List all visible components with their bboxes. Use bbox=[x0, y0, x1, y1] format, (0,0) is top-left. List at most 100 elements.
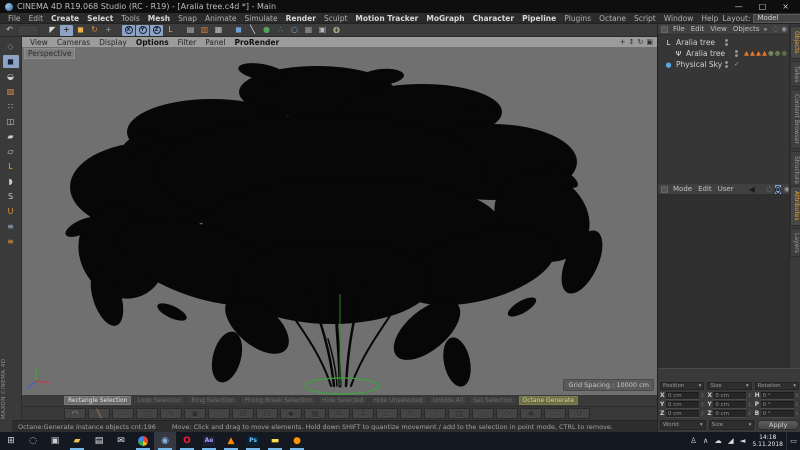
camera-object-icon[interactable]: ▣ bbox=[316, 25, 329, 36]
search-icon[interactable]: ◌ bbox=[22, 432, 44, 450]
polygon-pen-icon[interactable]: ╲ bbox=[88, 408, 110, 419]
coordinate-input[interactable]: 0 cm bbox=[666, 401, 699, 409]
menu-item[interactable]: Window bbox=[660, 14, 698, 23]
visibility-toggles[interactable] bbox=[735, 50, 738, 57]
subdivide-icon[interactable]: ▧ bbox=[448, 408, 470, 419]
sticky-notes-icon[interactable]: ▬ bbox=[264, 432, 286, 450]
stitch-and-sew-icon[interactable]: ∷ bbox=[544, 408, 566, 419]
render-picture-viewer-icon[interactable]: ▥ bbox=[198, 25, 211, 36]
matrix-extrude-icon[interactable]: ▦ bbox=[304, 408, 326, 419]
tweak-mode-icon[interactable]: ▱ bbox=[3, 145, 19, 158]
panel-tab[interactable]: Attributes bbox=[790, 186, 800, 226]
lock-x-axis-icon[interactable]: X bbox=[122, 25, 135, 36]
network-icon[interactable]: ◢ bbox=[728, 437, 734, 445]
untriangulate-icon[interactable]: ◇ bbox=[496, 408, 518, 419]
coordinate-input[interactable]: 0 cm bbox=[713, 410, 746, 418]
scene-canvas[interactable] bbox=[22, 47, 657, 395]
object-manager-menu-item[interactable]: Edit bbox=[691, 25, 705, 33]
stepper-icon[interactable]: ↕ bbox=[700, 402, 704, 408]
mail-icon[interactable]: ✉ bbox=[110, 432, 132, 450]
coordinate-input[interactable]: 0 ° bbox=[761, 401, 794, 409]
menu-item[interactable]: Render bbox=[282, 14, 320, 23]
attribute-manager-menu-item[interactable]: User bbox=[718, 185, 734, 193]
opera-icon[interactable]: O bbox=[176, 432, 198, 450]
floor-object-icon[interactable]: ▦ bbox=[302, 25, 315, 36]
triangulate-icon[interactable]: ◬ bbox=[472, 408, 494, 419]
hide-unselected-button[interactable]: Hide Unselected bbox=[370, 396, 427, 405]
task-view-icon[interactable]: ▣ bbox=[44, 432, 66, 450]
viewport-menu-item[interactable]: Filter bbox=[178, 38, 197, 47]
bevel-icon[interactable]: ◆ bbox=[280, 408, 302, 419]
object-row-aralia-tree-parent[interactable]: L Aralia tree bbox=[658, 37, 789, 48]
material-tag[interactable]: ● bbox=[781, 50, 787, 57]
loop-selection-button[interactable]: Loop Selection bbox=[133, 396, 185, 405]
viewport-solo-icon[interactable]: ◗ bbox=[3, 175, 19, 188]
visibility-toggles[interactable] bbox=[725, 39, 728, 46]
viewport-menu-item[interactable]: ProRender bbox=[234, 38, 279, 47]
chrome-icon[interactable] bbox=[132, 432, 154, 450]
polygon-selection-tag[interactable]: ▲ bbox=[756, 50, 761, 57]
split-icon[interactable]: ╱ bbox=[424, 408, 446, 419]
firefox-icon[interactable]: ● bbox=[286, 432, 308, 450]
menu-item[interactable]: MoGraph bbox=[422, 14, 468, 23]
brush-tool-icon[interactable]: ∿ bbox=[160, 408, 182, 419]
coordinate-input[interactable]: 0 cm bbox=[666, 392, 699, 400]
hide-selected-button[interactable]: Hide Selected bbox=[318, 396, 368, 405]
polygon-selection-tag[interactable]: ▲ bbox=[750, 50, 755, 57]
menu-item[interactable]: File bbox=[4, 14, 25, 23]
search-icon[interactable]: ◌ bbox=[773, 25, 779, 34]
move-tool-icon[interactable]: + bbox=[60, 25, 73, 36]
phong-break-selection-button[interactable]: Phong Break Selection bbox=[240, 396, 315, 405]
menu-item[interactable]: Sculpt bbox=[320, 14, 351, 23]
material-tag[interactable]: ● bbox=[775, 50, 781, 57]
attribute-manager-menu-item[interactable]: Edit bbox=[698, 185, 712, 193]
object-name[interactable]: Aralia tree bbox=[676, 38, 722, 47]
enable-axis-icon[interactable]: L bbox=[3, 160, 19, 173]
normal-move-icon[interactable]: ↕ bbox=[352, 408, 374, 419]
model-mode-icon[interactable]: ◼ bbox=[3, 55, 19, 68]
menu-item[interactable]: Select bbox=[83, 14, 117, 23]
lock-icon[interactable]: ▪ bbox=[775, 185, 781, 194]
panel-tab[interactable]: Content Browser bbox=[790, 89, 800, 149]
snap-settings-icon[interactable]: S bbox=[3, 190, 19, 203]
ring-selection-button[interactable]: Ring Selection bbox=[187, 396, 238, 405]
menu-item[interactable]: Mesh bbox=[144, 14, 174, 23]
stepper-icon[interactable]: ↕ bbox=[747, 393, 751, 399]
expand-arrow-icon[interactable]: ▸ bbox=[764, 25, 767, 33]
menu-item[interactable]: Help bbox=[697, 14, 722, 23]
coordinate-column-dropdown[interactable]: Rotation▾ bbox=[755, 382, 799, 390]
weld-icon[interactable]: ◉ bbox=[520, 408, 542, 419]
stepper-icon[interactable]: ↕ bbox=[700, 411, 704, 417]
rotate-view-icon[interactable]: ↻ bbox=[638, 38, 644, 46]
viewport-menu-item[interactable]: Panel bbox=[205, 38, 225, 47]
rectangle-selection-button[interactable]: Rectangle Selection bbox=[64, 396, 131, 405]
path-icon[interactable]: ◉ bbox=[781, 25, 787, 34]
after-effects-icon[interactable]: Ae bbox=[198, 432, 220, 450]
magnet-tool-icon[interactable]: U bbox=[568, 408, 590, 419]
action-center-icon[interactable]: ▭ bbox=[786, 432, 800, 450]
object-manager-menu-item[interactable]: View bbox=[710, 25, 727, 33]
minimize-button[interactable]: — bbox=[735, 2, 743, 11]
viewport-menu-item[interactable]: Cameras bbox=[57, 38, 90, 47]
menu-item[interactable]: Tools bbox=[117, 14, 143, 23]
magnet-snap-icon[interactable]: U bbox=[3, 205, 19, 218]
extrude-inner-icon[interactable]: ⊟ bbox=[256, 408, 278, 419]
layer-b-icon[interactable]: ≡ bbox=[3, 235, 19, 248]
menu-item[interactable]: Script bbox=[630, 14, 660, 23]
history-back-icon[interactable]: ◀ bbox=[749, 185, 755, 194]
last-used-tool-icon[interactable]: + bbox=[102, 25, 115, 36]
contact-icon[interactable]: ♙ bbox=[690, 437, 697, 445]
close-polygon-hole-icon[interactable]: ▣ bbox=[184, 408, 206, 419]
visibility-toggles[interactable] bbox=[725, 61, 728, 68]
volume-icon[interactable]: ◄ bbox=[740, 437, 746, 445]
menu-item[interactable]: Character bbox=[469, 14, 518, 23]
bridge-tool-icon[interactable]: ◫ bbox=[136, 408, 158, 419]
coordinate-input[interactable]: 0 cm bbox=[713, 392, 746, 400]
apply-button[interactable]: Apply bbox=[757, 420, 799, 430]
pan-view-icon[interactable]: + bbox=[620, 38, 626, 46]
menu-item[interactable]: Simulate bbox=[240, 14, 281, 23]
coordinate-input[interactable]: 0 cm bbox=[666, 410, 699, 418]
subdivision-surface-icon[interactable]: ● bbox=[260, 25, 273, 36]
extrude-icon[interactable]: ⊞ bbox=[232, 408, 254, 419]
coordinate-input[interactable]: 0 ° bbox=[761, 410, 794, 418]
